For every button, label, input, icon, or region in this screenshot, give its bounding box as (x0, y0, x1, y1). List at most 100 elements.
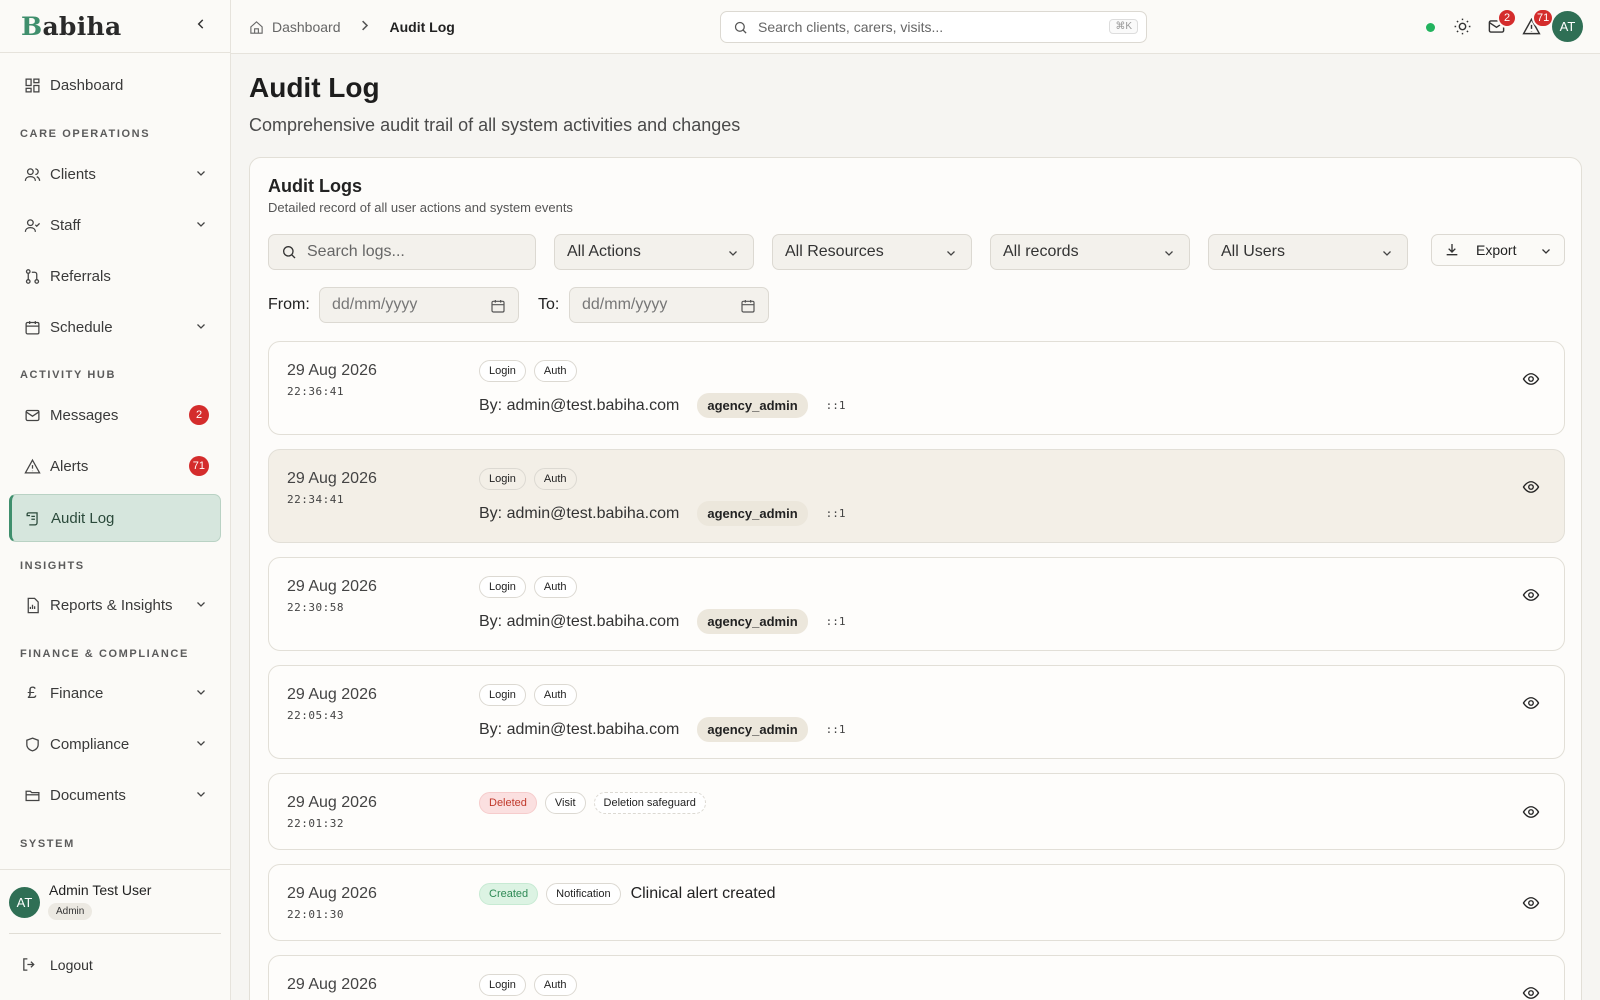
scroll-text-icon (24, 509, 42, 527)
resource-tag: Auth (533, 974, 577, 996)
sidebar-item-documents[interactable]: Documents (9, 771, 221, 819)
role-badge: agency_admin (697, 717, 808, 742)
sidebar-item-clients[interactable]: Clients (9, 150, 221, 198)
actions-filter-select[interactable]: All Actions (554, 234, 754, 270)
users-filter-select[interactable]: All Users (1208, 234, 1408, 270)
log-user: By: admin@test.babiha.com (479, 720, 680, 738)
sidebar-item-referrals[interactable]: Referrals (9, 252, 221, 300)
log-tags: Created Notification Clinical alert crea… (479, 883, 776, 905)
safeguard-tag: Deletion safeguard (593, 792, 706, 814)
logo[interactable]: Babiha (21, 12, 122, 41)
resource-tag: Auth (533, 576, 577, 598)
calendar-icon[interactable] (490, 298, 506, 314)
action-tag: Login (479, 576, 526, 598)
chevron-down-icon (1542, 249, 1550, 254)
alerts-count-badge: 71 (188, 456, 209, 476)
user-avatar-button[interactable]: AT (1552, 11, 1583, 42)
log-time: 22:05:43 (287, 709, 344, 722)
view-details-eye-icon[interactable] (1522, 894, 1540, 912)
logout-button[interactable]: Logout (21, 956, 93, 973)
sidebar-item-compliance[interactable]: Compliance (9, 720, 221, 768)
card-title: Audit Logs (268, 176, 362, 196)
sidebar-item-dashboard[interactable]: Dashboard (9, 61, 221, 109)
ip-address: ::1 (825, 399, 846, 412)
global-search-input[interactable]: Search clients, carers, visits... ⌘K (720, 11, 1147, 43)
calendar-icon[interactable] (740, 298, 756, 314)
action-tag: Created (479, 883, 539, 905)
file-chart-icon (23, 596, 41, 614)
section-system: SYSTEM (20, 838, 75, 850)
view-details-eye-icon[interactable] (1522, 694, 1540, 712)
view-details-eye-icon[interactable] (1522, 478, 1540, 496)
brand-bar: Babiha (0, 0, 230, 53)
select-value: All records (1003, 243, 1079, 260)
sidebar-item-schedule[interactable]: Schedule (9, 303, 221, 351)
chevron-down-icon (197, 602, 205, 607)
log-date: 29 Aug 2026 (287, 794, 377, 811)
sidebar-item-messages[interactable]: Messages 2 (9, 391, 221, 439)
date-placeholder: dd/mm/yyyy (582, 296, 668, 313)
chevron-down-icon (197, 222, 205, 227)
sidebar-item-audit-log[interactable]: Audit Log (9, 494, 221, 542)
sidebar-item-staff[interactable]: Staff (9, 201, 221, 249)
select-value: All Users (1221, 243, 1286, 260)
audit-log-row[interactable]: 29 Aug 2026 22:01:30 Created Notificatio… (268, 864, 1565, 941)
messages-count-badge: 2 (189, 405, 209, 425)
search-logs-placeholder: Search logs... (307, 243, 405, 260)
logo-rest: abiha (42, 11, 122, 41)
chevron-down-icon (947, 251, 955, 256)
export-button[interactable]: Export (1431, 234, 1565, 266)
audit-log-row[interactable]: 29 Aug 2026 22:34:41 Login Auth By: admi… (268, 449, 1565, 543)
action-tag: Login (479, 974, 526, 996)
chevron-down-icon (197, 324, 205, 329)
sidebar: Babiha Dashboard CARE OPERATIONS Clients… (0, 0, 231, 1000)
resources-filter-select[interactable]: All Resources (772, 234, 972, 270)
view-details-eye-icon[interactable] (1522, 370, 1540, 388)
view-details-eye-icon[interactable] (1522, 586, 1540, 604)
from-date-input[interactable]: dd/mm/yyyy (319, 287, 519, 323)
search-logs-input[interactable]: Search logs... (268, 234, 536, 270)
alerts-button[interactable]: 71 (1522, 8, 1555, 37)
to-date-input[interactable]: dd/mm/yyyy (569, 287, 769, 323)
log-user: By: admin@test.babiha.com (479, 396, 680, 414)
collapse-sidebar-icon[interactable] (194, 17, 208, 36)
log-user: By: admin@test.babiha.com (479, 612, 680, 630)
git-pull-request-icon (23, 267, 41, 285)
role-badge: agency_admin (697, 393, 808, 418)
log-date: 29 Aug 2026 (287, 686, 377, 703)
chevron-down-icon (197, 741, 205, 746)
export-label: Export (1476, 242, 1517, 258)
log-actor: By: admin@test.babiha.com agency_admin :… (479, 609, 846, 634)
search-placeholder: Search clients, carers, visits... (758, 19, 944, 35)
user-profile[interactable]: AT Admin Test User Admin (0, 869, 231, 934)
theme-toggle-button[interactable] (1453, 17, 1473, 37)
view-details-eye-icon[interactable] (1522, 803, 1540, 821)
log-time: 22:34:41 (287, 493, 344, 506)
search-icon (734, 21, 747, 34)
sidebar-item-label: Schedule (50, 318, 113, 336)
sidebar-item-finance[interactable]: £ Finance (9, 669, 221, 717)
records-filter-select[interactable]: All records (990, 234, 1190, 270)
alert-triangle-icon (23, 457, 41, 475)
action-tag: Login (479, 360, 526, 382)
audit-log-row[interactable]: 29 Aug 2026 22:05:43 Login Auth By: admi… (268, 665, 1565, 759)
role-badge: agency_admin (697, 609, 808, 634)
sidebar-item-label: Reports & Insights (50, 596, 173, 614)
sidebar-item-reports[interactable]: Reports & Insights (9, 581, 221, 629)
view-details-eye-icon[interactable] (1522, 984, 1540, 1000)
messages-button[interactable]: 2 (1487, 8, 1517, 37)
audit-log-row[interactable]: 29 Aug 2026 22:01:32 Deleted Visit Delet… (268, 773, 1565, 850)
user-name: Admin Test User (49, 882, 152, 898)
select-value: All Resources (785, 243, 884, 260)
sidebar-item-alerts[interactable]: Alerts 71 (9, 442, 221, 490)
log-tags: Login Auth (479, 974, 577, 996)
resource-tag: Visit (544, 792, 586, 814)
audit-log-row[interactable]: 29 Aug 2026 22:30:58 Login Auth By: admi… (268, 557, 1565, 651)
log-tags: Deleted Visit Deletion safeguard (479, 792, 706, 814)
section-care-operations: CARE OPERATIONS (20, 128, 151, 140)
audit-log-row[interactable]: 29 Aug 2026 Login Auth (268, 955, 1565, 1000)
audit-log-row[interactable]: 29 Aug 2026 22:36:41 Login Auth By: admi… (268, 341, 1565, 435)
resource-tag: Notification (546, 883, 621, 905)
action-tag: Login (479, 684, 526, 706)
breadcrumb-home[interactable]: Dashboard (272, 19, 341, 35)
